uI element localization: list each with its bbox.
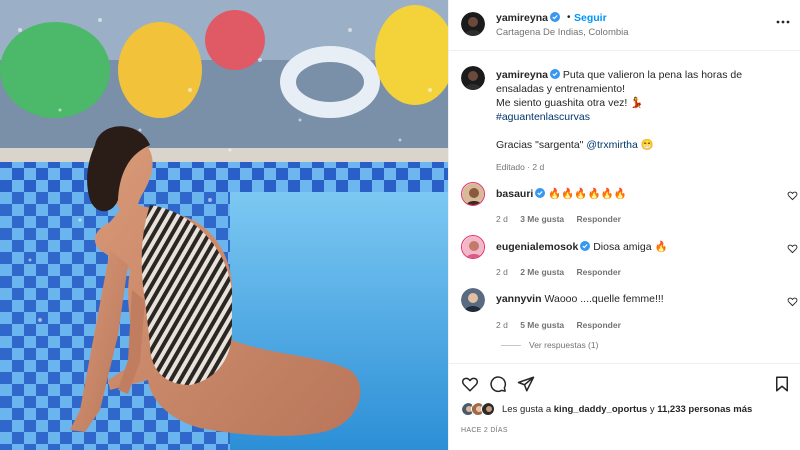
likes-prefix: Les gusta a bbox=[502, 404, 552, 415]
post-location[interactable]: Cartagena De Indias, Colombia bbox=[496, 27, 629, 38]
post-header: yamireyna • Seguir Cartagena De Indias, … bbox=[449, 0, 800, 51]
verified-badge-icon bbox=[580, 241, 591, 251]
verified-badge-icon bbox=[535, 188, 546, 198]
likes-summary: Les gusta a king_daddy_oportus y 11,233 … bbox=[502, 404, 752, 415]
caption-text-2: Me siento guashita otra vez! 💃 bbox=[496, 97, 644, 109]
likes-conj: y bbox=[649, 404, 655, 415]
likes-count[interactable]: 11,233 personas más bbox=[657, 404, 752, 415]
view-replies-label[interactable]: Ver respuestas (1) bbox=[529, 340, 598, 350]
reply-button[interactable]: Responder bbox=[577, 267, 621, 277]
caption-hashtag[interactable]: #aguantenlascurvas bbox=[496, 110, 792, 124]
caption-meta: Editado · 2 d bbox=[496, 162, 545, 172]
comment-meta: 2 d 5 Me gusta Responder bbox=[496, 320, 631, 330]
comment-time[interactable]: 2 d bbox=[496, 267, 508, 277]
caption-emoji: 😁 bbox=[640, 139, 654, 151]
share-icon[interactable] bbox=[517, 375, 535, 393]
more-horizontal-icon[interactable] bbox=[775, 14, 791, 30]
comment-likes[interactable]: 3 Me gusta bbox=[520, 214, 564, 224]
liker-avatar bbox=[481, 402, 495, 416]
post-photo[interactable] bbox=[0, 0, 448, 450]
comment-body: yannyvin Waooo ....quelle femme!!! bbox=[496, 293, 664, 305]
likes-user[interactable]: king_daddy_oportus bbox=[554, 404, 647, 415]
comment-body: basauri 🔥🔥🔥🔥🔥🔥 bbox=[496, 187, 627, 200]
post-details-panel: yamireyna • Seguir Cartagena De Indias, … bbox=[448, 0, 800, 450]
caption-text-3: Gracias "sargenta" bbox=[496, 139, 584, 151]
comment-meta: 2 d 2 Me gusta Responder bbox=[496, 267, 631, 277]
caption-avatar[interactable] bbox=[461, 66, 485, 90]
reply-button[interactable]: Responder bbox=[577, 214, 621, 224]
verified-badge-icon bbox=[549, 69, 560, 79]
comment-item: eugenialemosok Diosa amiga 🔥 2 d 2 Me gu… bbox=[449, 235, 800, 283]
author-username-text[interactable]: yamireyna bbox=[496, 12, 548, 24]
replies-divider bbox=[501, 345, 521, 347]
separator-dot: • bbox=[567, 12, 571, 23]
reply-button[interactable]: Responder bbox=[577, 320, 621, 330]
follow-button[interactable]: Seguir bbox=[574, 12, 607, 24]
comment-avatar[interactable] bbox=[461, 288, 485, 312]
comment-like-heart-icon[interactable] bbox=[787, 190, 798, 201]
author-avatar[interactable] bbox=[461, 12, 485, 36]
caption-username[interactable]: yamireyna bbox=[496, 69, 548, 81]
comment-icon[interactable] bbox=[489, 375, 507, 393]
comment-text: Waooo ....quelle femme!!! bbox=[544, 293, 664, 305]
comment-likes[interactable]: 2 Me gusta bbox=[520, 267, 564, 277]
comment-like-heart-icon[interactable] bbox=[787, 243, 798, 254]
view-replies-button[interactable]: Ver respuestas (1) bbox=[501, 340, 598, 350]
caption-mention[interactable]: @trxmirtha bbox=[586, 139, 638, 151]
comment-text: 🔥🔥🔥🔥🔥🔥 bbox=[548, 188, 627, 200]
comment-text: Diosa amiga 🔥 bbox=[593, 241, 668, 253]
comment-likes[interactable]: 5 Me gusta bbox=[520, 320, 564, 330]
post-caption: yamireyna Puta que valieron la pena las … bbox=[496, 68, 792, 174]
comment-meta: 2 d 3 Me gusta Responder bbox=[496, 214, 631, 224]
comment-time[interactable]: 2 d bbox=[496, 320, 508, 330]
comment-item: basauri 🔥🔥🔥🔥🔥🔥 2 d 3 Me gusta Responder bbox=[449, 182, 800, 230]
comment-item: yannyvin Waooo ....quelle femme!!! 2 d 5… bbox=[449, 288, 800, 336]
comment-time[interactable]: 2 d bbox=[496, 214, 508, 224]
bookmark-icon[interactable] bbox=[773, 375, 791, 393]
author-username[interactable]: yamireyna bbox=[496, 12, 560, 24]
comment-username[interactable]: basauri bbox=[496, 188, 533, 200]
comment-username[interactable]: eugenialemosok bbox=[496, 241, 578, 253]
comment-username[interactable]: yannyvin bbox=[496, 293, 542, 305]
post-image bbox=[0, 0, 448, 450]
comment-body: eugenialemosok Diosa amiga 🔥 bbox=[496, 240, 668, 253]
comment-avatar[interactable] bbox=[461, 182, 485, 206]
comment-like-heart-icon[interactable] bbox=[787, 296, 798, 307]
comment-avatar[interactable] bbox=[461, 235, 485, 259]
post-timestamp[interactable]: HACE 2 DÍAS bbox=[461, 427, 508, 434]
verified-badge-icon bbox=[549, 12, 560, 22]
heart-icon[interactable] bbox=[461, 375, 479, 393]
action-bar bbox=[449, 363, 800, 403]
